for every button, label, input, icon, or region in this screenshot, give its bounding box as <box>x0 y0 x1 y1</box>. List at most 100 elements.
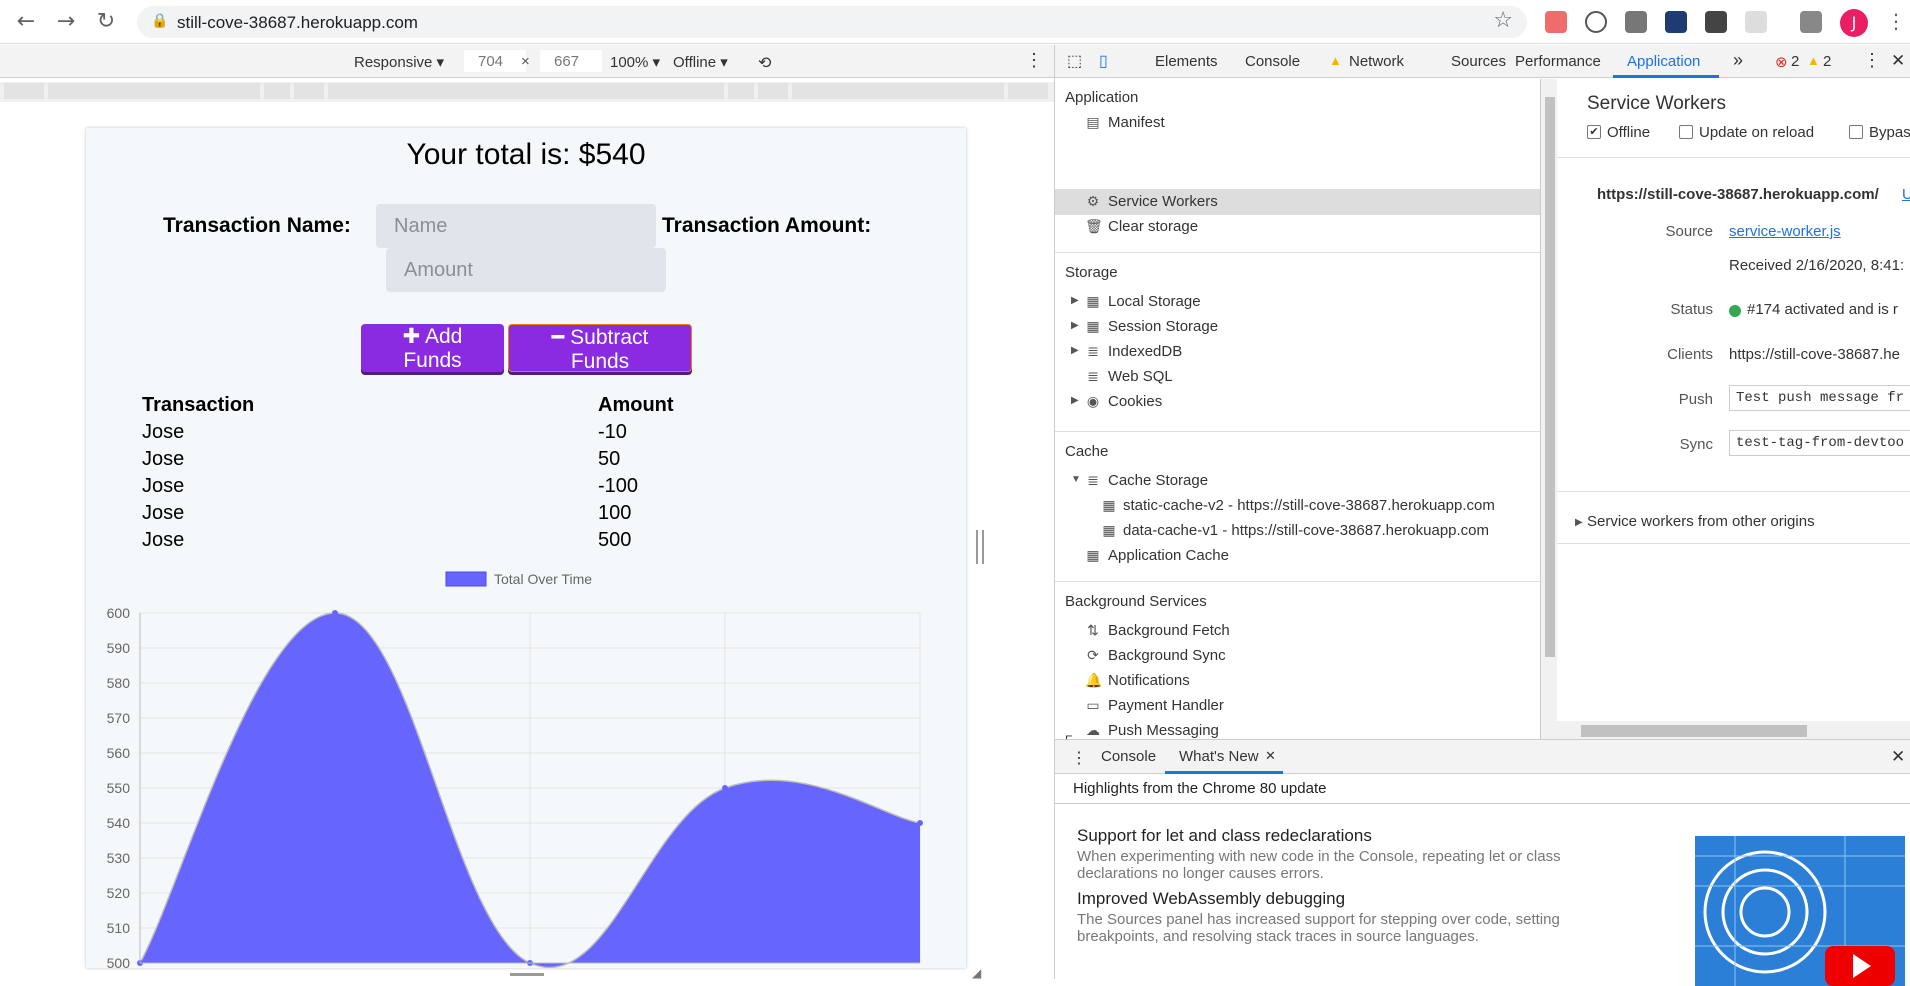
extension-icon-5[interactable] <box>1705 11 1727 33</box>
other-origins-toggle[interactable]: Service workers from other origins <box>1587 513 1815 530</box>
warning-count-icon[interactable]: ▲ <box>1807 53 1820 68</box>
drawer-tab-console[interactable]: Console <box>1101 748 1156 765</box>
sidebar-scroll-thumb[interactable] <box>1545 97 1555 657</box>
sidebar-item-background-fetch[interactable]: Background Fetch <box>1108 622 1230 639</box>
bypass-network-checkbox[interactable] <box>1849 125 1863 139</box>
transaction-amount-input[interactable] <box>386 248 666 292</box>
bookmark-star-icon[interactable]: ☆ <box>1493 8 1513 33</box>
sidebar-item-indexeddb[interactable]: IndexedDB <box>1108 343 1182 360</box>
sidebar-item-notifications[interactable]: Notifications <box>1108 672 1190 689</box>
y-tick-label: 600 <box>107 605 131 621</box>
reload-icon[interactable]: ↻ <box>92 8 120 36</box>
note-title[interactable]: Improved WebAssembly debugging <box>1077 889 1345 909</box>
height-input[interactable]: 667 <box>540 50 602 72</box>
more-tabs-icon[interactable]: » <box>1733 50 1743 71</box>
expand-arrow-icon[interactable]: ▶ <box>1071 345 1079 356</box>
rotate-icon[interactable]: ⟲ <box>758 53 771 73</box>
close-tab-icon[interactable]: ✕ <box>1265 748 1276 764</box>
update-on-reload-checkbox[interactable] <box>1679 125 1693 139</box>
sidebar-item-push-messaging[interactable]: Push Messaging <box>1108 722 1219 739</box>
media-icon[interactable] <box>1800 11 1822 33</box>
bypass-network-label: Bypass for <box>1869 124 1910 141</box>
expand-arrow-icon[interactable]: ▶ <box>1071 395 1079 406</box>
devtools-menu-icon[interactable]: ⋮ <box>1863 50 1881 71</box>
sidebar-item-manifest[interactable]: Manifest <box>1108 114 1165 131</box>
viewport-resize-handle[interactable] <box>976 530 984 564</box>
width-input[interactable]: 704 <box>464 50 526 72</box>
device-toolbar-toggle-icon[interactable]: ▯ <box>1099 51 1108 71</box>
push-message-input[interactable]: Test push message fr <box>1729 385 1910 411</box>
tab-sources[interactable]: Sources <box>1451 53 1506 70</box>
transaction-amount-cell: 50 <box>598 448 621 470</box>
close-drawer-icon[interactable]: ✕ <box>1891 747 1905 767</box>
tab-elements[interactable]: Elements <box>1155 53 1218 70</box>
transaction-name-label: Transaction Name: <box>163 214 351 237</box>
transaction-amount-cell: 500 <box>598 529 632 551</box>
forward-icon[interactable]: → <box>52 8 80 36</box>
tab-network[interactable]: Network <box>1349 53 1404 70</box>
error-icon[interactable]: ⊗ <box>1775 53 1788 71</box>
extension-icon-6[interactable] <box>1745 11 1767 33</box>
data-point <box>722 785 728 791</box>
sidebar-item-service-workers[interactable]: Service Workers <box>1108 193 1218 210</box>
extension-icon-4[interactable] <box>1665 11 1687 33</box>
back-icon[interactable]: ← <box>12 8 40 36</box>
corner-resize-handle[interactable]: ◢ <box>972 966 981 980</box>
bottom-resize-handle[interactable] <box>510 973 544 976</box>
whats-new-header: Highlights from the Chrome 80 update <box>1055 774 1910 804</box>
extension-icon-1[interactable] <box>1545 11 1567 33</box>
source-label: Source <box>1665 223 1713 240</box>
sidebar-item-payment-handler[interactable]: Payment Handler <box>1108 697 1224 714</box>
tab-console[interactable]: Console <box>1245 53 1300 70</box>
warning-count[interactable]: 2 <box>1823 53 1831 70</box>
sidebar-item-web-sql[interactable]: Web SQL <box>1108 368 1173 385</box>
profile-avatar[interactable]: J <box>1840 9 1868 37</box>
grid-icon: ▦ <box>1086 318 1100 334</box>
sidebar-item-background-sync[interactable]: Background Sync <box>1108 647 1226 664</box>
expand-arrow-icon[interactable]: ▶ <box>1575 517 1583 528</box>
whats-new-video-thumbnail[interactable] <box>1695 836 1905 986</box>
extension-icon-2[interactable] <box>1585 11 1607 33</box>
sidebar-item-local-storage[interactable]: Local Storage <box>1108 293 1201 310</box>
sidebar-item-session-storage[interactable]: Session Storage <box>1108 318 1218 335</box>
offline-label: Offline <box>1607 124 1651 141</box>
transaction-amount-cell: 100 <box>598 502 632 524</box>
inspect-element-icon[interactable]: ⬚ <box>1067 51 1082 71</box>
source-link[interactable]: service-worker.js <box>1729 223 1841 240</box>
add-funds-button[interactable]: ✚ Add Funds <box>361 324 504 372</box>
offline-checkbox[interactable]: ✔ <box>1587 125 1601 139</box>
address-bar[interactable]: 🔒 still-cove-38687.herokuapp.com ☆ <box>137 6 1527 38</box>
subtract-funds-button[interactable]: ━ Subtract Funds <box>508 324 692 373</box>
sidebar-item-application-cache[interactable]: Application Cache <box>1108 547 1229 564</box>
pane-horizontal-scrollbar[interactable] <box>1557 721 1910 739</box>
transaction-name-input[interactable] <box>376 204 656 248</box>
pane-scroll-thumb[interactable] <box>1581 725 1807 737</box>
network-throttle-select[interactable]: Offline ▾ <box>673 53 728 71</box>
sidebar-item-cache-entry[interactable]: static-cache-v2 - https://still-cove-386… <box>1123 497 1495 514</box>
sidebar-item-clear-storage[interactable]: Clear storage <box>1108 218 1198 235</box>
device-toolbar-menu-icon[interactable]: ⋮ <box>1025 50 1043 71</box>
drawer-menu-icon[interactable]: ⋮ <box>1071 748 1087 768</box>
sync-tag-input[interactable]: test-tag-from-devtoo <box>1729 430 1910 456</box>
transaction-name-cell: Jose <box>142 448 185 470</box>
device-mode-select[interactable]: Responsive ▾ <box>354 53 444 71</box>
tab-performance[interactable]: Performance <box>1515 53 1601 70</box>
unregister-link[interactable]: U <box>1902 186 1910 203</box>
sidebar-scrollbar[interactable] <box>1541 79 1557 739</box>
collapse-arrow-icon[interactable]: ▼ <box>1071 474 1081 485</box>
note-title[interactable]: Support for let and class redeclarations <box>1077 826 1372 846</box>
sidebar-item-cookies[interactable]: Cookies <box>1108 393 1162 410</box>
close-devtools-icon[interactable]: ✕ <box>1891 51 1905 71</box>
database-icon: ≣ <box>1087 368 1099 384</box>
sidebar-item-cache-entry[interactable]: data-cache-v1 - https://still-cove-38687… <box>1123 522 1489 539</box>
zoom-select[interactable]: 100% ▾ <box>610 53 660 71</box>
browser-menu-icon[interactable]: ⋮ <box>1886 9 1906 33</box>
tab-application[interactable]: Application <box>1627 53 1700 70</box>
drawer-tab-whats-new[interactable]: What's New <box>1179 748 1259 765</box>
error-count[interactable]: 2 <box>1791 53 1799 70</box>
media-query-ruler[interactable] <box>0 82 1054 102</box>
sidebar-item-cache-storage[interactable]: Cache Storage <box>1108 472 1208 489</box>
expand-arrow-icon[interactable]: ▶ <box>1071 295 1079 306</box>
expand-arrow-icon[interactable]: ▶ <box>1071 320 1079 331</box>
extension-icon-3[interactable] <box>1625 11 1647 33</box>
